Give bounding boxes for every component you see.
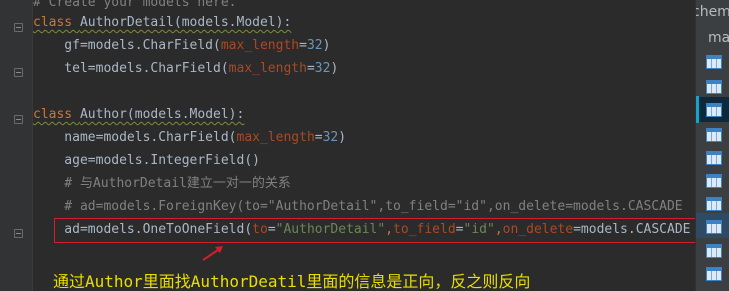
code-token: 32 <box>306 38 323 53</box>
code-token: tel=models.CharField( <box>33 61 229 76</box>
highlight-box <box>54 218 695 243</box>
code-line[interactable]: name=models.CharField(max_length=32) <box>33 126 346 149</box>
table-icon[interactable] <box>706 220 722 234</box>
fold-marker-icon[interactable] <box>14 229 23 238</box>
code-line[interactable]: class AuthorDetail(models.Model): <box>33 11 291 34</box>
code-token: max_length <box>220 38 300 53</box>
table-icon[interactable] <box>706 55 722 69</box>
code-token: ) <box>338 130 347 145</box>
editor-gutter[interactable] <box>0 0 33 291</box>
code-token: 32 <box>322 130 339 145</box>
code-editor[interactable]: # Create your models here. class AuthorDe… <box>33 0 695 291</box>
code-token: class <box>33 107 80 122</box>
code-token: max_length <box>228 61 307 76</box>
table-icon[interactable] <box>706 267 722 281</box>
code-token: Author(models.Model): <box>79 107 245 122</box>
code-token: # Create your models here. <box>33 0 237 10</box>
code-line[interactable]: # 与AuthorDetail建立一对一的关系 <box>33 172 291 195</box>
code-token: ) <box>330 61 339 76</box>
code-line[interactable]: # ad=models.ForeignKey(to="AuthorDetail"… <box>33 195 683 218</box>
code-token: # ad=models.ForeignKey(to="AuthorDetail"… <box>33 199 683 214</box>
database-panel: chem ma <box>695 0 729 291</box>
code-token: gf=models.CharField( <box>33 38 221 53</box>
panel-table-label[interactable]: ma <box>708 30 729 46</box>
code-token: ) <box>322 38 331 53</box>
code-line[interactable]: class Author(models.Model): <box>33 103 244 126</box>
fold-marker-icon[interactable] <box>14 23 23 32</box>
code-token: age=models.IntegerField() <box>33 153 260 168</box>
code-token: = <box>314 130 323 145</box>
table-icon[interactable] <box>706 80 722 94</box>
code-token: class <box>33 15 80 30</box>
code-token: name=models.CharField( <box>33 130 237 145</box>
table-icon[interactable] <box>706 151 722 165</box>
code-token: = <box>306 61 315 76</box>
red-arrow-icon <box>202 246 223 261</box>
code-line[interactable]: gf=models.CharField(max_length=32) <box>33 34 330 57</box>
table-icon[interactable] <box>706 128 722 142</box>
code-line[interactable]: age=models.IntegerField() <box>33 149 260 172</box>
table-icon[interactable] <box>706 197 722 211</box>
table-icon[interactable] <box>706 174 722 188</box>
panel-schema-label[interactable]: chem <box>696 4 729 20</box>
code-token: max_length <box>236 130 315 145</box>
code-token: AuthorDetail(models.Model): <box>79 15 292 30</box>
fold-marker-icon[interactable] <box>14 68 23 77</box>
panel-focus-indicator <box>696 96 699 123</box>
code-token: = <box>299 38 307 53</box>
table-icon[interactable] <box>706 244 722 258</box>
fold-marker-icon[interactable] <box>14 115 23 124</box>
code-token: 32 <box>314 61 331 76</box>
ide-window: # Create your models here. class AuthorDe… <box>0 0 729 291</box>
code-token: # 与AuthorDetail建立一对一的关系 <box>33 176 291 191</box>
table-icon[interactable] <box>706 103 722 117</box>
code-line[interactable]: tel=models.CharField(max_length=32) <box>33 57 338 80</box>
annotation-text: 通过Author里面找AuthorDeatil里面的信息是正向，反之则反向 <box>53 272 531 291</box>
